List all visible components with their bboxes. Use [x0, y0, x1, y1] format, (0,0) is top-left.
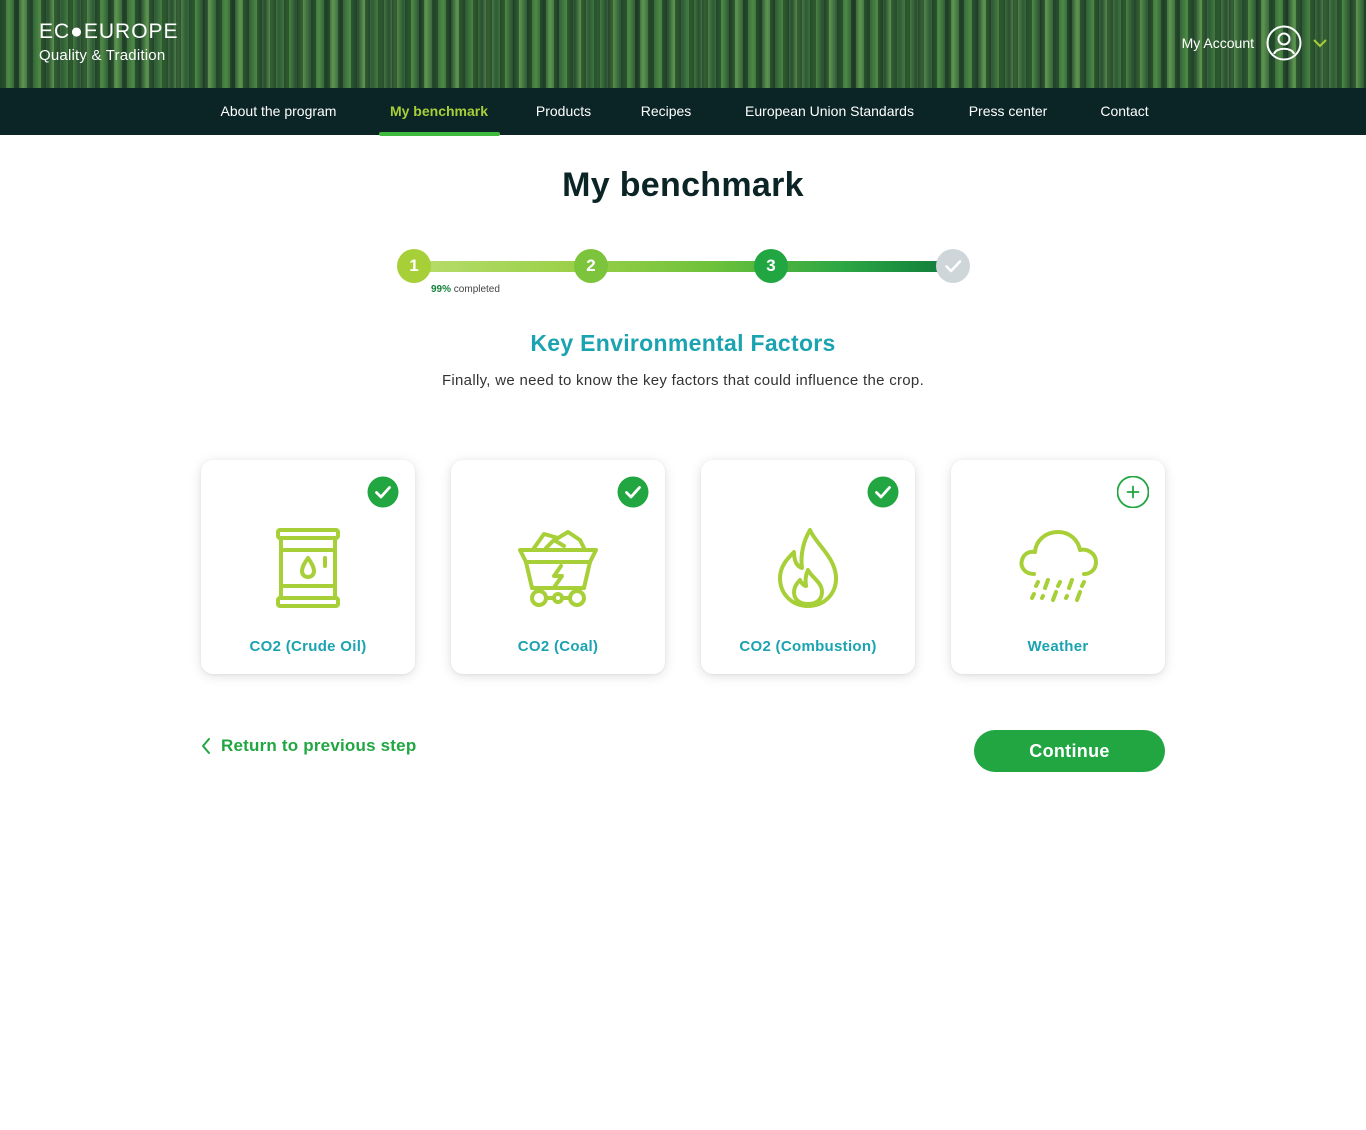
factor-label: CO2 (Coal) — [517, 638, 599, 655]
flame-icon — [764, 526, 852, 610]
chevron-down-icon[interactable] — [1312, 35, 1328, 51]
progress-caption: 99% completed — [431, 284, 500, 295]
progress-caption-text: completed — [453, 284, 500, 295]
page-title: My benchmark — [562, 166, 804, 204]
step-3-badge: 3 — [754, 249, 788, 283]
progress-track — [413, 261, 953, 272]
step-1-badge: 1 — [397, 249, 431, 283]
selected-check-icon[interactable] — [367, 476, 399, 508]
factor-card-combustion[interactable]: CO2 (Combustion) — [701, 460, 915, 674]
factor-label: CO2 (Crude Oil) — [249, 638, 367, 655]
selected-check-icon[interactable] — [617, 476, 649, 508]
nav-item-press-center[interactable]: Press center — [966, 88, 1050, 135]
nav-item-products[interactable]: Products — [533, 88, 594, 135]
return-previous-step-label: Return to previous step — [221, 736, 417, 755]
check-icon — [945, 260, 962, 273]
factor-card-coal[interactable]: CO2 (Coal) — [451, 460, 665, 674]
progress-percent: 99% — [431, 284, 452, 295]
step-2-badge: 2 — [574, 249, 608, 283]
nav-item-my-benchmark[interactable]: My benchmark — [389, 88, 489, 135]
coal-cart-icon — [514, 526, 602, 610]
section-title: Key Environmental Factors — [530, 330, 836, 356]
chevron-left-icon — [200, 737, 212, 755]
step-final-badge — [936, 249, 970, 283]
header-banner: EC●EUROPE Quality & Tradition My Account — [0, 0, 1366, 88]
factor-label: CO2 (Combustion) — [739, 638, 877, 655]
selected-check-icon[interactable] — [867, 476, 899, 508]
nav-item-recipes[interactable]: Recipes — [640, 88, 692, 135]
nav-active-indicator — [379, 132, 500, 136]
factor-card-crude-oil[interactable]: CO2 (Crude Oil) — [201, 460, 415, 674]
rain-cloud-icon — [1014, 526, 1102, 610]
brand-subtitle: Quality & Tradition — [39, 47, 166, 64]
brand-title: EC●EUROPE — [39, 20, 179, 43]
nav-item-contact[interactable]: Contact — [1096, 88, 1153, 135]
oil-barrel-icon — [264, 526, 352, 610]
section-subtitle: Finally, we need to know the key factors… — [441, 372, 925, 389]
user-avatar-icon — [1266, 25, 1302, 61]
factor-label: Weather — [1027, 638, 1089, 655]
nav-item-eu-standards[interactable]: European Union Standards — [737, 88, 922, 135]
progress-stepper: 1 2 3 99% completed — [397, 249, 970, 299]
account-menu[interactable]: My Account — [1182, 24, 1328, 62]
main-nav: About the program My benchmark Products … — [0, 88, 1366, 135]
factor-card-weather[interactable]: Weather — [951, 460, 1165, 674]
add-plus-icon[interactable] — [1116, 475, 1150, 509]
return-previous-step-link[interactable]: Return to previous step — [200, 733, 416, 759]
account-label: My Account — [1181, 35, 1254, 51]
continue-button[interactable]: Continue — [974, 730, 1165, 772]
brand-logo[interactable]: EC●EUROPE Quality & Tradition — [39, 20, 179, 66]
nav-item-about[interactable]: About the program — [213, 88, 344, 135]
